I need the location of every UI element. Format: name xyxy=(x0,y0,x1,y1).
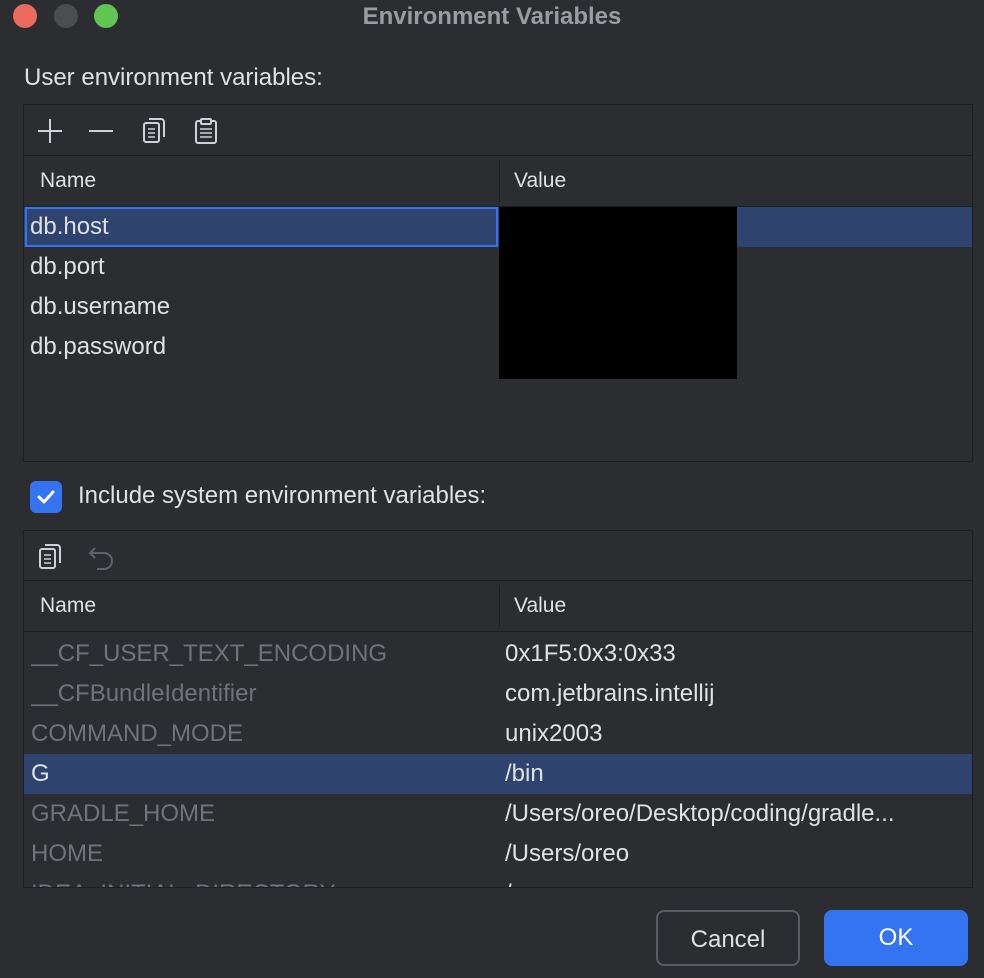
system-variables-table: __CF_USER_TEXT_ENCODING 0x1F5:0x3:0x33 _… xyxy=(24,632,972,887)
user-variables-panel: Name Value db.host db.port db.username d… xyxy=(23,104,973,462)
system-variables-panel: Name Value __CF_USER_TEXT_ENCODING 0x1F5… xyxy=(23,530,973,888)
variable-value: /Users/oreo/Desktop/coding/gradle... xyxy=(505,800,895,827)
window-title: Environment Variables xyxy=(362,3,622,30)
variable-value: / xyxy=(505,874,960,887)
table-row[interactable]: GRADLE_HOME /Users/oreo/Desktop/coding/g… xyxy=(24,794,972,834)
paste-icon[interactable] xyxy=(192,117,220,145)
redaction-block xyxy=(499,207,737,379)
table-row[interactable]: db.host xyxy=(24,207,972,247)
variable-value: com.jetbrains.intellij xyxy=(505,680,715,707)
variable-name: db.password xyxy=(30,333,167,360)
variable-name: __CFBundleIdentifier xyxy=(31,680,257,707)
user-variables-header: Name Value xyxy=(24,156,972,207)
user-variables-table: db.host db.port db.username db.password xyxy=(24,207,972,462)
variable-name: GRADLE_HOME xyxy=(31,800,216,827)
name-column-header[interactable]: Name xyxy=(40,581,96,631)
variable-name: db.host xyxy=(30,213,109,240)
variable-value: 0x1F5:0x3:0x33 xyxy=(505,640,676,667)
checkmark-icon xyxy=(37,490,55,504)
variable-name: HOME xyxy=(31,840,103,867)
variable-value: unix2003 xyxy=(505,720,603,747)
table-row[interactable]: db.username xyxy=(24,287,972,327)
undo-icon[interactable] xyxy=(88,543,116,571)
column-divider[interactable] xyxy=(499,160,500,202)
name-column-header[interactable]: Name xyxy=(40,156,96,206)
table-row[interactable]: IDEA_INITIAL_DIRECTORY / xyxy=(24,874,972,887)
variable-name: IDEA_INITIAL_DIRECTORY xyxy=(31,874,493,887)
table-row[interactable]: __CF_USER_TEXT_ENCODING 0x1F5:0x3:0x33 xyxy=(24,634,972,674)
table-row[interactable]: COMMAND_MODE unix2003 xyxy=(24,714,972,754)
table-row[interactable]: db.password xyxy=(24,327,972,367)
add-icon[interactable] xyxy=(36,117,64,145)
include-system-label[interactable]: Include system environment variables: xyxy=(78,482,486,510)
variable-value: /bin xyxy=(505,760,544,787)
copy-icon[interactable] xyxy=(140,117,168,145)
title-bar: Environment Variables xyxy=(0,0,984,32)
cancel-button[interactable]: Cancel xyxy=(656,910,800,966)
user-variables-label: User environment variables: xyxy=(24,64,323,91)
variable-name: __CF_USER_TEXT_ENCODING xyxy=(31,640,388,667)
table-row[interactable]: db.port xyxy=(24,247,972,287)
table-row[interactable]: HOME /Users/oreo xyxy=(24,834,972,874)
variable-value: /Users/oreo xyxy=(505,840,630,867)
system-variables-toolbar xyxy=(24,531,972,581)
system-variables-header: Name Value xyxy=(24,581,972,632)
variable-name: db.username xyxy=(30,293,171,320)
ok-button[interactable]: OK xyxy=(824,910,968,966)
table-row[interactable]: G /bin xyxy=(24,754,972,794)
value-column-header[interactable]: Value xyxy=(514,156,566,206)
variable-name: db.port xyxy=(30,253,105,280)
user-variables-toolbar xyxy=(24,105,972,156)
variable-name: G xyxy=(31,760,50,787)
include-system-checkbox[interactable] xyxy=(30,481,62,513)
value-column-header[interactable]: Value xyxy=(514,581,566,631)
remove-icon[interactable] xyxy=(87,117,115,145)
column-divider[interactable] xyxy=(499,585,500,627)
copy-icon[interactable] xyxy=(36,543,64,571)
table-row[interactable]: __CFBundleIdentifier com.jetbrains.intel… xyxy=(24,674,972,714)
variable-name: COMMAND_MODE xyxy=(31,720,244,747)
